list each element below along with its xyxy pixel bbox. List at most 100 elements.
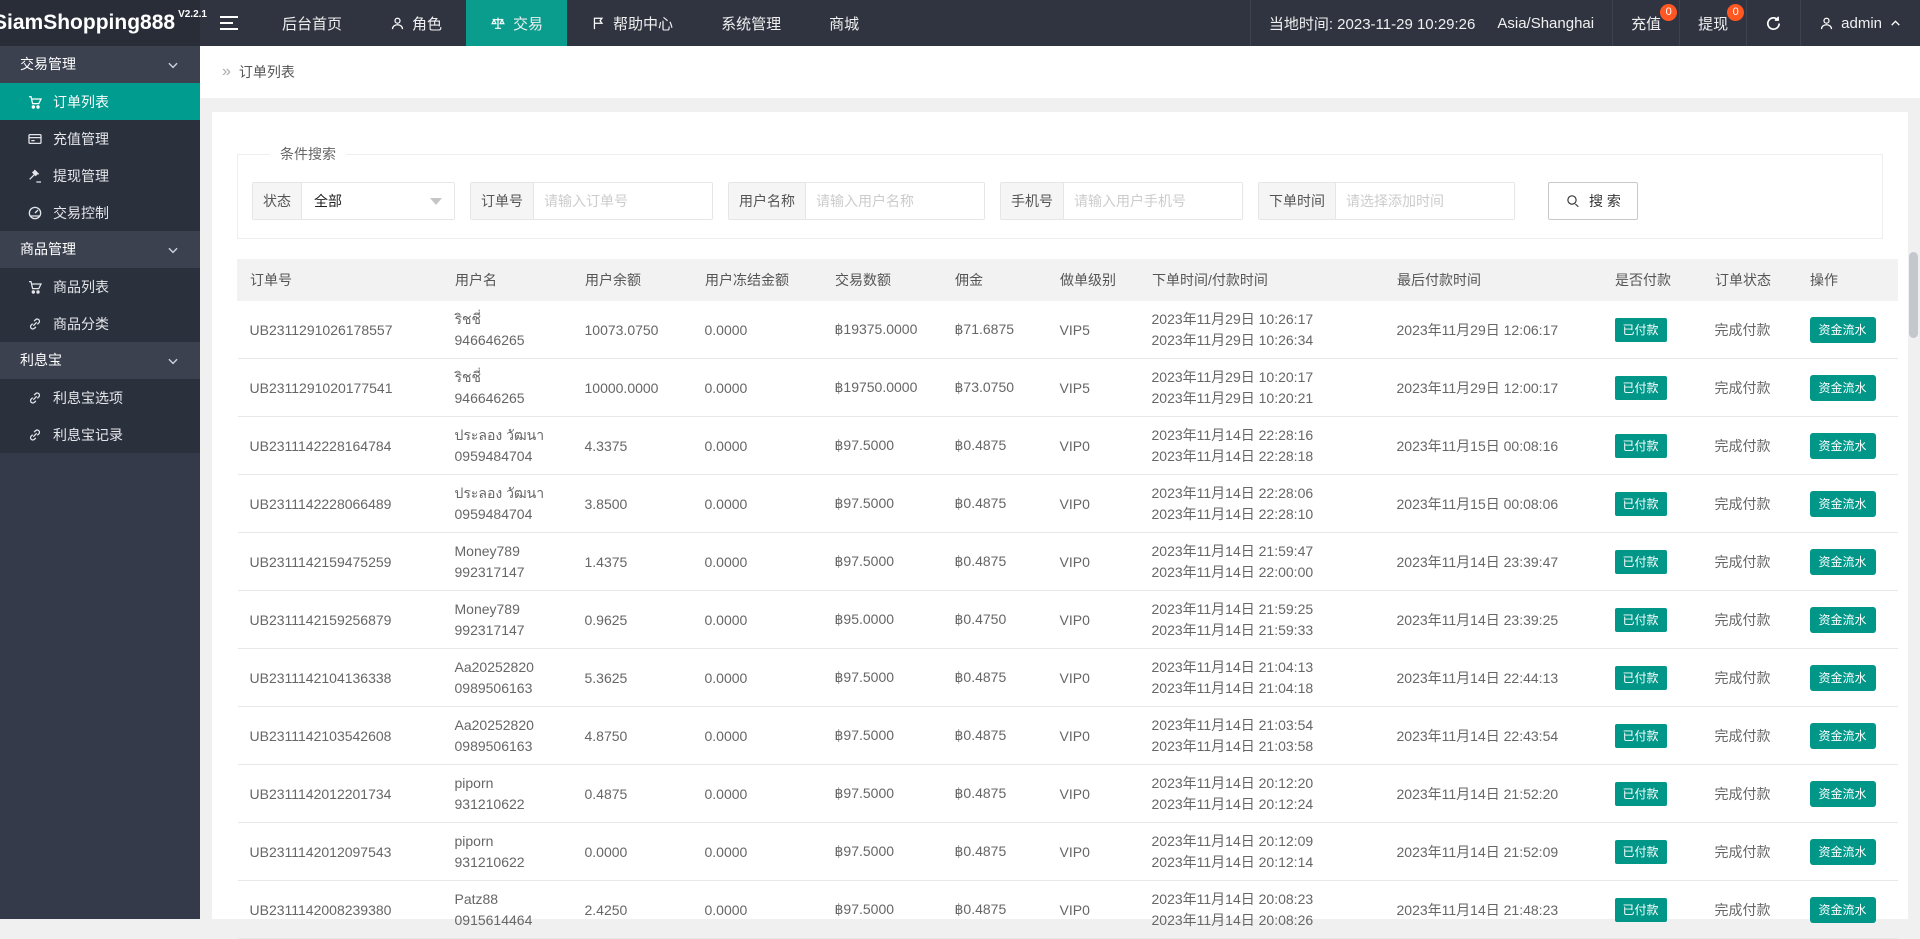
user-cell: ริชชี่ 946646265	[443, 359, 573, 417]
last-pay-cell: 2023年11月14日 21:52:20	[1385, 765, 1603, 823]
order-time-filter: 下单时间	[1258, 182, 1515, 220]
table-row: UB2311142008239380 Patz88 0915614464 2.4…	[238, 881, 1898, 939]
menu-item-trade[interactable]: 交易	[466, 0, 567, 46]
fund-flow-button[interactable]: 资金流水	[1810, 317, 1876, 343]
menu-item-roles[interactable]: 角色	[366, 0, 466, 46]
refresh-icon	[1765, 15, 1782, 32]
fund-flow-button[interactable]: 资金流水	[1810, 781, 1876, 807]
hamburger-icon	[220, 16, 238, 18]
paid-status-badge: 已付款	[1615, 492, 1667, 516]
user-cell: ประลอง วัฒนา 0959484704	[443, 475, 573, 533]
table-row: UB2311142159475259 Money789 992317147 1.…	[238, 533, 1898, 591]
action-cell: 资金流水	[1798, 591, 1898, 649]
commission-cell: ฿0.4875	[943, 417, 1048, 475]
paid-status-badge: 已付款	[1615, 434, 1667, 458]
fund-flow-button[interactable]: 资金流水	[1810, 549, 1876, 575]
app-title: SiamShopping888	[0, 11, 175, 35]
amount-cell: ฿97.5000	[823, 475, 943, 533]
sidebar-group-goods[interactable]: 商品管理	[0, 231, 200, 268]
order-time-input[interactable]	[1336, 183, 1514, 219]
withdraw-button[interactable]: 提现 0	[1679, 0, 1746, 46]
vertical-scrollbar-thumb[interactable]	[1909, 252, 1918, 338]
status-select[interactable]: 全部	[302, 183, 454, 219]
order-no-cell: UB2311142012201734	[238, 765, 443, 823]
sidebar-item-lixibao-options[interactable]: 利息宝选项	[0, 379, 200, 416]
frozen-cell: 0.0000	[693, 301, 823, 359]
action-cell: 资金流水	[1798, 823, 1898, 881]
table-row: UB2311142228164784 ประลอง วัฒนา 09594847…	[238, 417, 1898, 475]
order-no-cell: UB2311142008239380	[238, 881, 443, 939]
scales-icon	[490, 15, 506, 31]
sidebar-item-goods-category[interactable]: 商品分类	[0, 305, 200, 342]
sidebar-group-trade[interactable]: 交易管理	[0, 46, 200, 83]
level-cell: VIP5	[1048, 301, 1140, 359]
page-title: 订单列表	[239, 62, 295, 82]
app-logo[interactable]: SiamShopping888 V2.2.1	[0, 0, 200, 46]
fund-flow-button[interactable]: 资金流水	[1810, 491, 1876, 517]
action-cell: 资金流水	[1798, 533, 1898, 591]
menu-item-mall[interactable]: 商城	[805, 0, 883, 46]
amount-cell: ฿97.5000	[823, 823, 943, 881]
paid-status-badge: 已付款	[1615, 840, 1667, 864]
refresh-button[interactable]	[1746, 0, 1800, 46]
username-input[interactable]	[806, 183, 984, 219]
menu-item-help[interactable]: 帮助中心	[567, 0, 697, 46]
search-button[interactable]: 搜 索	[1548, 182, 1638, 220]
username-label: admin	[1841, 15, 1882, 32]
order-no-cell: UB2311142012097543	[238, 823, 443, 881]
action-cell: 资金流水	[1798, 359, 1898, 417]
chevron-up-icon	[1889, 17, 1902, 30]
balance-cell: 0.4875	[573, 765, 693, 823]
user-cell: ประลอง วัฒนา 0959484704	[443, 417, 573, 475]
level-cell: VIP0	[1048, 417, 1140, 475]
table-row: UB2311142012097543 piporn 931210622 0.00…	[238, 823, 1898, 881]
frozen-cell: 0.0000	[693, 533, 823, 591]
phone-input[interactable]	[1064, 183, 1242, 219]
level-cell: VIP0	[1048, 649, 1140, 707]
level-cell: VIP0	[1048, 765, 1140, 823]
breadcrumb-icon: »	[222, 63, 231, 81]
sidebar: 交易管理 订单列表 充值管理 提现管理 交易控制 商品管理 商品列表 商品分类 …	[0, 46, 200, 919]
fund-flow-button[interactable]: 资金流水	[1810, 375, 1876, 401]
order-time-cell: 2023年11月14日 20:08:23 2023年11月14日 20:08:2…	[1140, 881, 1385, 939]
sidebar-item-recharge-mgmt[interactable]: 充值管理	[0, 120, 200, 157]
menu-item-dashboard[interactable]: 后台首页	[258, 0, 366, 46]
sidebar-toggle-button[interactable]	[200, 0, 258, 46]
user-cell: piporn 931210622	[443, 823, 573, 881]
fund-flow-button[interactable]: 资金流水	[1810, 723, 1876, 749]
fund-flow-button[interactable]: 资金流水	[1810, 839, 1876, 865]
filter-row: 状态 全部 订单号 用户名称 手机	[252, 182, 1872, 220]
paid-status-badge: 已付款	[1615, 898, 1667, 922]
sidebar-item-order-list[interactable]: 订单列表	[0, 83, 200, 120]
sidebar-item-lixibao-records[interactable]: 利息宝记录	[0, 416, 200, 453]
balance-cell: 3.8500	[573, 475, 693, 533]
gauge-icon	[27, 205, 43, 221]
sidebar-group-lixibao[interactable]: 利息宝	[0, 342, 200, 379]
order-no-cell: UB2311142228066489	[238, 475, 443, 533]
sidebar-item-goods-list[interactable]: 商品列表	[0, 268, 200, 305]
fund-flow-button[interactable]: 资金流水	[1810, 665, 1876, 691]
fund-flow-button[interactable]: 资金流水	[1810, 433, 1876, 459]
person-icon	[1819, 16, 1834, 31]
sidebar-item-trade-control[interactable]: 交易控制	[0, 194, 200, 231]
frozen-cell: 0.0000	[693, 881, 823, 939]
paid-cell: 已付款	[1603, 359, 1703, 417]
recharge-button[interactable]: 充值 0	[1612, 0, 1679, 46]
order-table-header: 订单号 用户名 用户余额 用户冻结金额 交易数额 佣金 做单级别 下单时间/付款…	[238, 260, 1898, 301]
sidebar-item-withdraw-mgmt[interactable]: 提现管理	[0, 157, 200, 194]
table-row: UB2311291026178557 ริชชี่ 946646265 1007…	[238, 301, 1898, 359]
menu-item-system[interactable]: 系统管理	[697, 0, 805, 46]
order-no-input[interactable]	[534, 183, 712, 219]
balance-cell: 4.3375	[573, 417, 693, 475]
user-menu[interactable]: admin	[1800, 0, 1920, 46]
fund-flow-button[interactable]: 资金流水	[1810, 607, 1876, 633]
frozen-cell: 0.0000	[693, 707, 823, 765]
paid-cell: 已付款	[1603, 591, 1703, 649]
status-filter: 状态 全部	[252, 182, 455, 220]
order-status-cell: 完成付款	[1703, 359, 1798, 417]
order-time-cell: 2023年11月14日 21:59:25 2023年11月14日 21:59:3…	[1140, 591, 1385, 649]
order-no-cell: UB2311142104136338	[238, 649, 443, 707]
commission-cell: ฿0.4875	[943, 765, 1048, 823]
withdraw-count-badge: 0	[1727, 4, 1744, 21]
order-status-cell: 完成付款	[1703, 533, 1798, 591]
